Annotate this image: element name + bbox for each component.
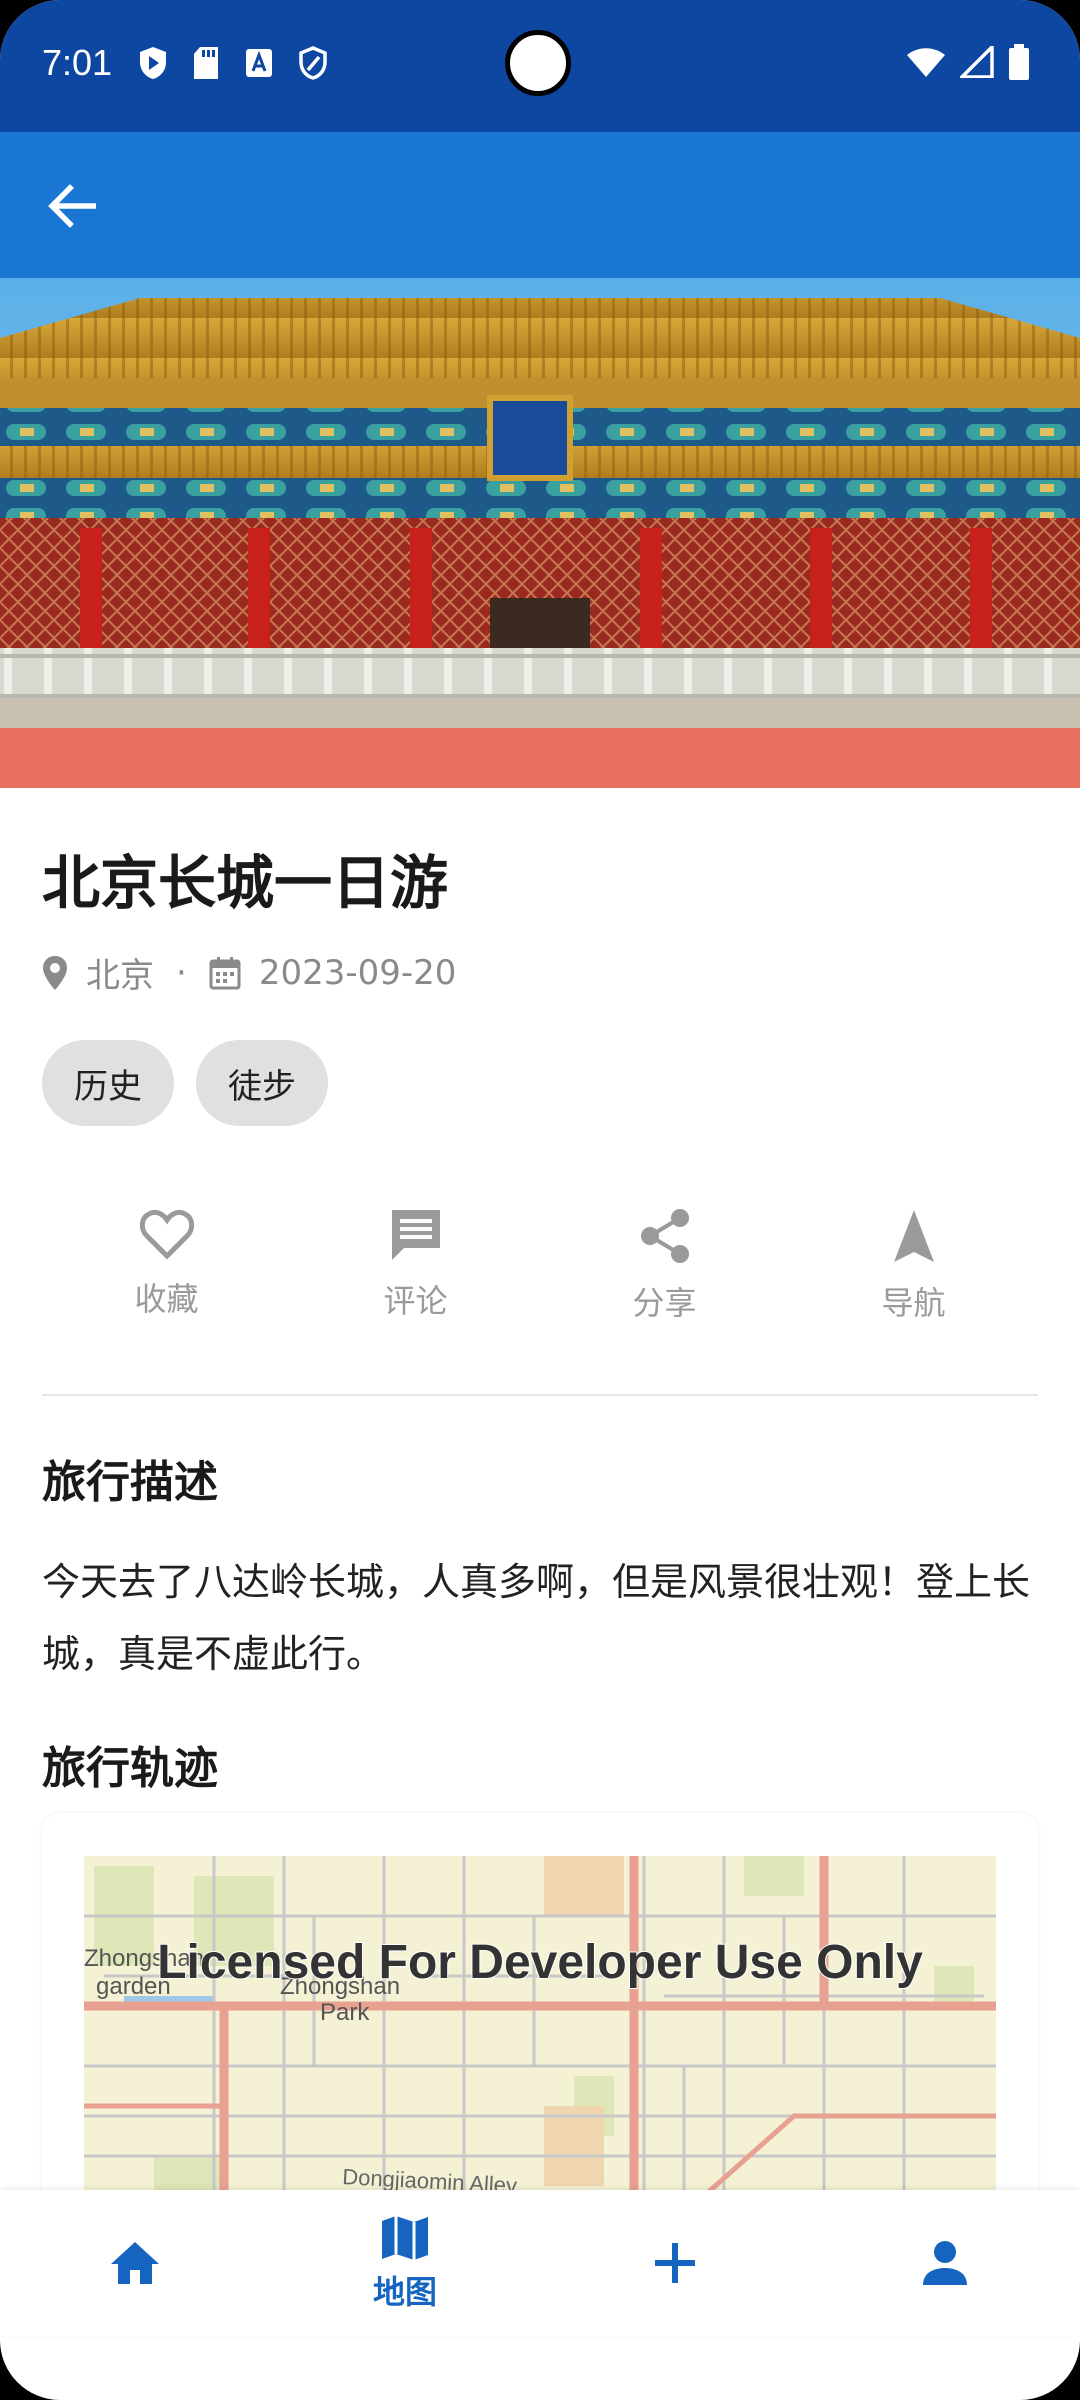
home-icon <box>111 2242 159 2284</box>
street-map: Zhongshan garden Zhongshan Park Dongjiao… <box>84 1856 996 2198</box>
navigation-icon <box>893 1210 934 1262</box>
tag-list: 历史 徒步 <box>42 1040 328 1126</box>
trip-location: 北京 <box>86 956 154 996</box>
meta-separator: · <box>176 952 187 993</box>
favorite-button[interactable]: 收藏 <box>42 1208 291 1338</box>
status-icons-right <box>906 44 1030 80</box>
person-icon <box>923 2241 967 2285</box>
status-bar: 7:01 <box>0 0 1080 132</box>
favorite-label: 收藏 <box>134 1280 199 1318</box>
signal-icon <box>960 46 994 78</box>
status-time: 7:01 <box>42 42 113 83</box>
text-a-icon <box>246 49 272 77</box>
palace-photo <box>0 278 1080 788</box>
map-label-park: Park <box>320 1999 370 2026</box>
share-label: 分享 <box>632 1284 697 1322</box>
share-icon <box>640 1209 689 1263</box>
gesture-bar[interactable] <box>398 2366 682 2376</box>
share-button[interactable]: 分享 <box>540 1208 789 1338</box>
trip-meta: 北京 · 2023-09-20 <box>42 948 456 997</box>
nav-map-label: 地图 <box>372 2273 437 2311</box>
trip-date: 2023-09-20 <box>258 952 457 993</box>
wifi-icon <box>907 48 945 77</box>
nav-home[interactable] <box>0 2190 270 2336</box>
tag-chip[interactable]: 历史 <box>42 1040 174 1126</box>
nav-map[interactable]: 地图 <box>270 2190 540 2336</box>
description-heading: 旅行描述 <box>42 1457 218 1508</box>
map-icon <box>382 2216 428 2260</box>
calendar-icon <box>209 956 241 989</box>
hero-image <box>0 278 1080 788</box>
status-icons-left <box>138 46 328 80</box>
navigation-label: 导航 <box>881 1284 946 1322</box>
screen: 7:01 北京长城一日游 北京 · 2023-09-20 历史 徒步 收藏 评论… <box>0 0 1080 2400</box>
bottom-navigation: 地图 <box>0 2190 1080 2336</box>
trip-title: 北京长城一日游 <box>42 849 449 917</box>
tag-chip[interactable]: 徒步 <box>196 1040 328 1126</box>
back-button[interactable] <box>36 176 108 236</box>
nav-profile[interactable] <box>810 2190 1080 2336</box>
app-bar <box>0 132 1080 278</box>
comment-icon <box>391 1210 440 1260</box>
sd-card-icon <box>194 47 218 79</box>
battery-icon <box>1009 44 1029 80</box>
arrow-back-icon <box>48 184 96 228</box>
section-divider <box>42 1394 1038 1396</box>
navigation-button[interactable]: 导航 <box>789 1208 1038 1338</box>
heart-icon <box>139 1209 194 1260</box>
action-bar: 收藏 评论 分享 导航 <box>42 1208 1038 1338</box>
nav-add[interactable] <box>540 2190 810 2336</box>
description-text: 今天去了八达岭长城，人真多啊，但是风景很壮观！登上长城，真是不虚此行。 <box>42 1560 1031 1676</box>
track-heading: 旅行轨迹 <box>42 1743 218 1794</box>
shield-icon <box>299 46 327 80</box>
location-pin-icon <box>43 955 67 990</box>
play-protect-icon <box>140 47 166 79</box>
comment-button[interactable]: 评论 <box>291 1208 540 1338</box>
add-icon <box>655 2243 695 2283</box>
map-watermark: Licensed For Developer Use Only <box>157 1936 923 1989</box>
camera-cutout <box>505 30 571 96</box>
track-map[interactable]: Zhongshan garden Zhongshan Park Dongjiao… <box>84 1856 996 2236</box>
comment-label: 评论 <box>383 1282 448 1320</box>
